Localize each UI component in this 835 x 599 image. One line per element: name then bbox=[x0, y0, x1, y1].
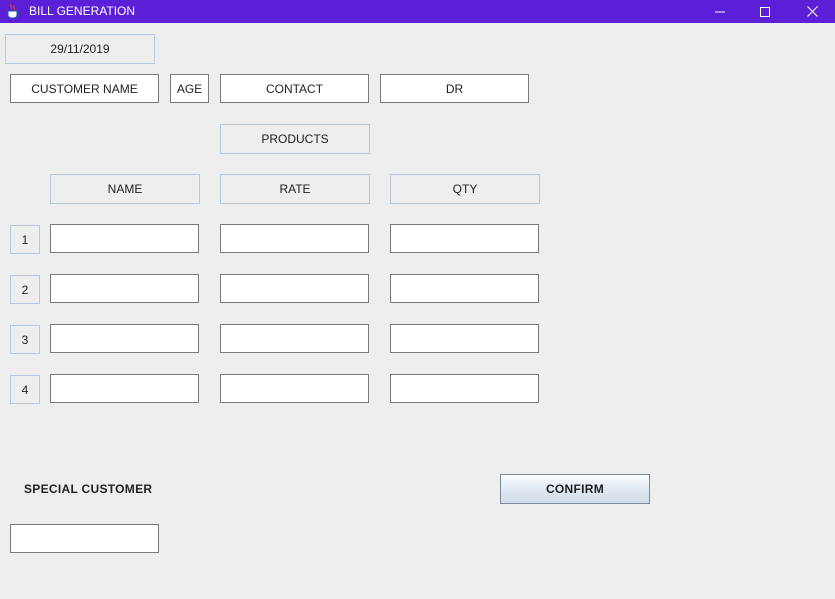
date-label: 29/11/2019 bbox=[5, 34, 155, 64]
product-qty-input[interactable] bbox=[390, 274, 539, 303]
maximize-button[interactable] bbox=[742, 0, 788, 23]
product-rate-input[interactable] bbox=[220, 274, 369, 303]
close-button[interactable] bbox=[789, 0, 835, 23]
product-name-input[interactable] bbox=[50, 274, 199, 303]
product-rate-input[interactable] bbox=[220, 324, 369, 353]
products-section-label: PRODUCTS bbox=[220, 124, 370, 154]
window-title: BILL GENERATION bbox=[29, 4, 136, 18]
customer-name-field[interactable]: CUSTOMER NAME bbox=[10, 74, 159, 103]
special-customer-input[interactable] bbox=[10, 524, 159, 553]
product-qty-input[interactable] bbox=[390, 224, 539, 253]
maximize-icon bbox=[760, 6, 770, 17]
title-bar: BILL GENERATION bbox=[0, 0, 835, 23]
java-cup-icon bbox=[6, 3, 20, 19]
row-index-label: 2 bbox=[10, 275, 40, 304]
product-name-input[interactable] bbox=[50, 324, 199, 353]
product-name-input[interactable] bbox=[50, 224, 199, 253]
special-customer-label: SPECIAL CUSTOMER bbox=[24, 482, 153, 496]
row-index-label: 3 bbox=[10, 325, 40, 354]
dr-field[interactable]: DR bbox=[380, 74, 529, 103]
close-icon bbox=[806, 6, 818, 17]
row-index-label: 1 bbox=[10, 225, 40, 254]
minimize-button[interactable] bbox=[697, 0, 743, 23]
contact-field[interactable]: CONTACT bbox=[220, 74, 369, 103]
column-header-qty: QTY bbox=[390, 174, 540, 204]
confirm-button[interactable]: CONFIRM bbox=[500, 474, 650, 504]
product-name-input[interactable] bbox=[50, 374, 199, 403]
product-rate-input[interactable] bbox=[220, 374, 369, 403]
minimize-icon bbox=[715, 11, 725, 12]
age-field[interactable]: AGE bbox=[170, 74, 209, 103]
product-qty-input[interactable] bbox=[390, 374, 539, 403]
row-index-label: 4 bbox=[10, 375, 40, 404]
product-qty-input[interactable] bbox=[390, 324, 539, 353]
column-header-rate: RATE bbox=[220, 174, 370, 204]
column-header-name: NAME bbox=[50, 174, 200, 204]
product-rate-input[interactable] bbox=[220, 224, 369, 253]
